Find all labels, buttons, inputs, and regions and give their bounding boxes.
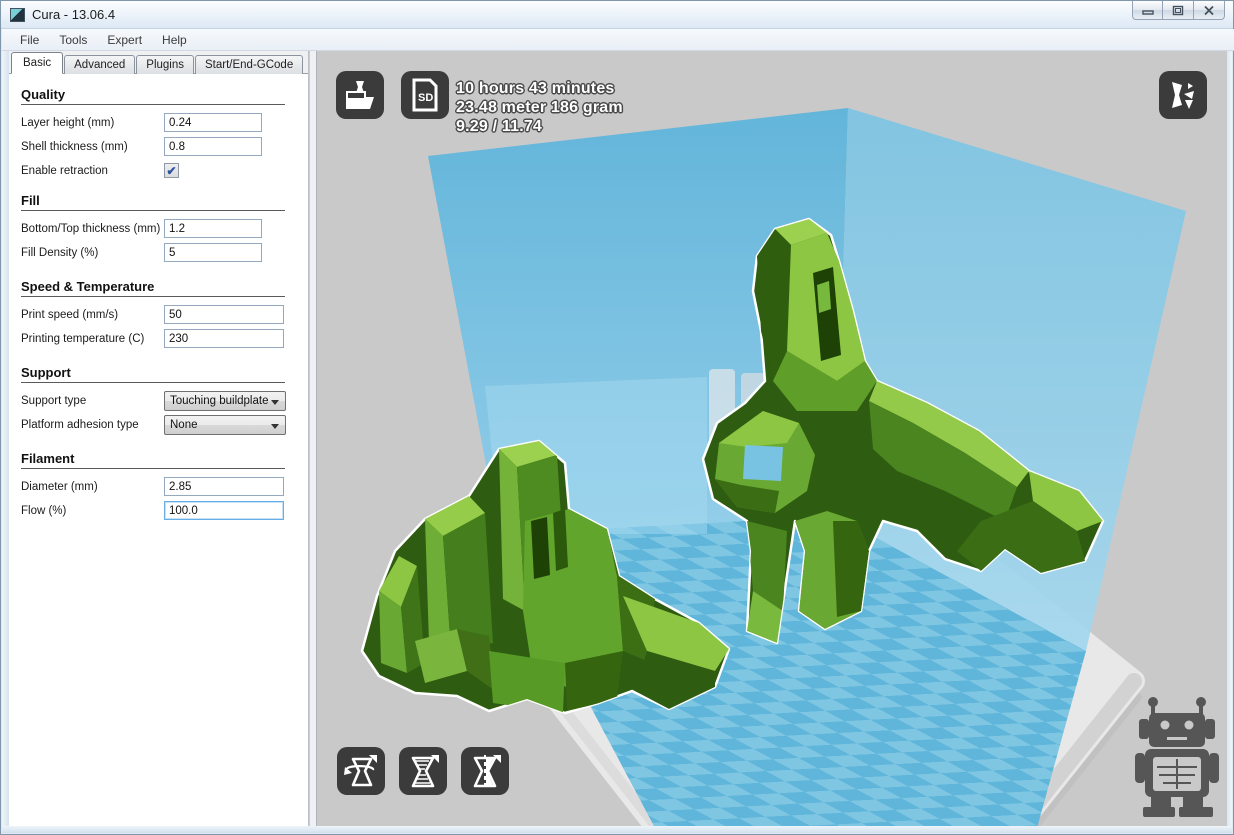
platform-adhesion-select[interactable]: None bbox=[164, 414, 286, 435]
tab-start-end-gcode[interactable]: Start/End-GCode bbox=[195, 55, 304, 74]
maximize-icon bbox=[1172, 5, 1184, 15]
load-model-icon bbox=[346, 81, 374, 109]
layer-height-label: Layer height (mm) bbox=[21, 116, 115, 129]
section-rule bbox=[21, 210, 285, 211]
tab-advanced[interactable]: Advanced bbox=[64, 55, 136, 74]
chevron-down-icon bbox=[271, 399, 279, 405]
support-type-label: Support type bbox=[21, 394, 87, 407]
section-title-fill: Fill bbox=[21, 193, 40, 208]
fill-density-label: Fill Density (%) bbox=[21, 246, 99, 259]
scale-model-button[interactable] bbox=[399, 747, 447, 795]
panel-scrollbar[interactable] bbox=[309, 51, 317, 826]
enable-retraction-checkbox[interactable]: ✔ bbox=[164, 163, 179, 178]
title-bar[interactable]: Cura - 13.06.4 bbox=[1, 1, 1233, 29]
print-time: 10 hours 43 minutes bbox=[456, 80, 615, 97]
printing-temperature-input[interactable] bbox=[164, 329, 284, 348]
rotate-icon bbox=[344, 755, 377, 787]
minimize-button[interactable] bbox=[1132, 1, 1163, 20]
support-type-select[interactable]: Touching buildplate bbox=[164, 390, 286, 411]
window-frame-bottom bbox=[2, 826, 1232, 833]
filament-diameter-input[interactable] bbox=[164, 477, 284, 496]
print-material: 23.48 meter 186 gram bbox=[456, 99, 623, 116]
layer-height-input[interactable] bbox=[164, 113, 262, 132]
view-mode-icon bbox=[1172, 82, 1194, 109]
print-statistics: 10 hours 43 minutes 23.48 meter 186 gram… bbox=[456, 79, 623, 136]
platform-adhesion-label: Platform adhesion type bbox=[21, 418, 139, 431]
print-speed-input[interactable] bbox=[164, 305, 284, 324]
menu-expert[interactable]: Expert bbox=[97, 30, 152, 50]
build-volume-scene bbox=[360, 108, 1219, 826]
load-model-button[interactable] bbox=[336, 71, 384, 119]
section-rule bbox=[21, 104, 285, 105]
section-title-support: Support bbox=[21, 365, 71, 380]
window-title: Cura - 13.06.4 bbox=[32, 7, 116, 22]
bottom-top-thickness-label: Bottom/Top thickness (mm) bbox=[21, 222, 161, 235]
section-title-filament: Filament bbox=[21, 451, 75, 466]
shell-thickness-input[interactable] bbox=[164, 137, 262, 156]
tab-bar: Basic Advanced Plugins Start/End-GCode bbox=[9, 51, 308, 74]
filament-diameter-label: Diameter (mm) bbox=[21, 480, 98, 493]
checkmark-icon: ✔ bbox=[166, 163, 177, 178]
tab-plugins[interactable]: Plugins bbox=[136, 55, 194, 74]
close-icon bbox=[1204, 5, 1214, 15]
maximize-button[interactable] bbox=[1163, 1, 1194, 20]
rotate-model-button[interactable] bbox=[337, 747, 385, 795]
print-speed-label: Print speed (mm/s) bbox=[21, 308, 119, 321]
basic-settings: Quality Layer height (mm) Shell thicknes… bbox=[9, 75, 308, 826]
cura-window: Cura - 13.06.4 File Tools Expert Help Ba… bbox=[0, 0, 1234, 835]
scale-icon bbox=[411, 755, 439, 788]
platform-adhesion-value: None bbox=[170, 418, 198, 431]
tab-basic[interactable]: Basic bbox=[11, 52, 64, 74]
viewport-3d[interactable]: 10 hours 43 minutes 23.48 meter 186 gram… bbox=[317, 51, 1227, 826]
section-rule bbox=[21, 468, 285, 469]
menu-help[interactable]: Help bbox=[152, 30, 197, 50]
cura-robot-logo bbox=[1135, 697, 1219, 817]
section-rule bbox=[21, 382, 285, 383]
menu-bar: File Tools Expert Help bbox=[2, 29, 1234, 51]
support-type-value: Touching buildplate bbox=[170, 394, 269, 407]
section-title-quality: Quality bbox=[21, 87, 66, 102]
section-rule bbox=[21, 296, 285, 297]
filament-flow-label: Flow (%) bbox=[21, 504, 67, 517]
view-mode-button[interactable] bbox=[1159, 71, 1207, 119]
menu-file[interactable]: File bbox=[10, 30, 49, 50]
mirror-model-button[interactable] bbox=[461, 747, 509, 795]
sd-card-label: SD bbox=[418, 92, 433, 104]
minimize-icon bbox=[1141, 9, 1154, 15]
mirror-icon bbox=[473, 755, 501, 788]
section-title-speed-temp: Speed & Temperature bbox=[21, 279, 155, 294]
print-cost: 9.29 / 11.74 bbox=[456, 118, 543, 135]
sd-card-icon: SD bbox=[412, 78, 438, 112]
filament-flow-input[interactable] bbox=[164, 501, 284, 520]
close-button[interactable] bbox=[1194, 1, 1225, 20]
fill-density-input[interactable] bbox=[164, 243, 262, 262]
shell-thickness-label: Shell thickness (mm) bbox=[21, 140, 128, 153]
enable-retraction-label: Enable retraction bbox=[21, 164, 108, 177]
app-icon bbox=[10, 8, 25, 22]
settings-panel: Basic Advanced Plugins Start/End-GCode Q… bbox=[9, 51, 309, 826]
chevron-down-icon bbox=[271, 423, 279, 429]
bottom-top-thickness-input[interactable] bbox=[164, 219, 262, 238]
save-sd-card-button[interactable]: SD bbox=[401, 71, 449, 119]
window-frame-left bbox=[2, 51, 9, 826]
printing-temperature-label: Printing temperature (C) bbox=[21, 332, 145, 345]
menu-tools[interactable]: Tools bbox=[49, 30, 97, 50]
